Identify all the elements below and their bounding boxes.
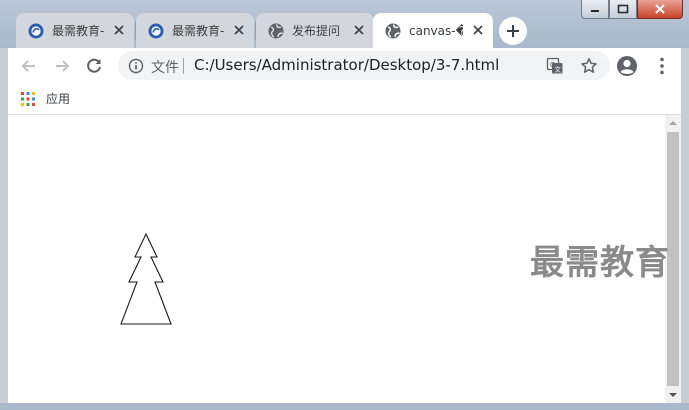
globe-icon [385,23,401,38]
circle-logo-icon [28,23,44,38]
minimize-button[interactable] [581,0,609,19]
window-controls [581,0,683,20]
apps-label: 应用 [46,92,71,106]
tab-title: 最需教育- [172,24,225,38]
scheme-label: 文件 [151,60,179,76]
url-text[interactable]: C:/Users/Administrator/Desktop/3-7.html [194,56,499,74]
scroll-down-button[interactable] [665,387,681,403]
triangle-up-icon [669,121,677,125]
arrow-right-icon [56,60,70,72]
scroll-up-button[interactable] [665,115,681,131]
triangle-down-icon [669,393,677,397]
svg-text:文: 文 [555,65,562,74]
toolbar: 文件 C:/Users/Administrator/Desktop/3-7.ht… [8,48,681,84]
address-bar[interactable]: 文件 C:/Users/Administrator/Desktop/3-7.ht… [118,51,610,80]
maximize-button[interactable] [609,0,637,19]
arrow-left-icon [21,60,35,72]
circle-logo-icon [148,23,164,38]
minimize-icon [591,10,599,12]
restore-icon [617,4,629,14]
close-window-button[interactable] [637,0,683,19]
plus-icon [507,25,519,37]
watermark-text: 最需教育 [530,243,670,283]
window-frame-bottom [0,403,689,410]
profile-icon[interactable] [615,54,639,78]
address-divider [183,58,184,74]
bookmarks-bar: 应用 [8,84,681,115]
tab-close-icon[interactable] [471,23,485,37]
translate-icon[interactable]: G文 [546,57,564,75]
apps-shortcut[interactable]: 应用 [20,90,70,107]
new-tab-button[interactable] [499,17,527,45]
bookmark-star-icon[interactable] [580,57,598,75]
tab-2[interactable]: 最需教育- [136,13,254,48]
reload-button[interactable] [82,54,106,78]
tab-3[interactable]: 发布提问 [256,13,374,48]
apps-grid-icon [21,91,35,106]
tab-close-icon[interactable] [352,23,366,37]
tab-1[interactable]: 最需教育- [16,13,134,48]
info-icon[interactable] [128,58,144,74]
tab-4-active[interactable]: canvas-� [373,13,493,48]
forward-button[interactable] [50,54,74,78]
tab-title: canvas-� [409,23,463,38]
more-menu-icon[interactable] [650,54,674,78]
tab-title: 最需教育- [52,24,105,38]
reload-icon [87,58,101,73]
globe-icon [268,23,284,38]
close-icon [655,4,665,14]
tab-close-icon[interactable] [232,23,246,37]
tab-close-icon[interactable] [112,23,126,37]
back-button[interactable] [17,54,41,78]
tab-title: 发布提问 [292,24,341,38]
browser-window: 最需教育- 最需教育- 发布提问 canvas-� 文件 C:/Users/Ad… [0,0,689,410]
